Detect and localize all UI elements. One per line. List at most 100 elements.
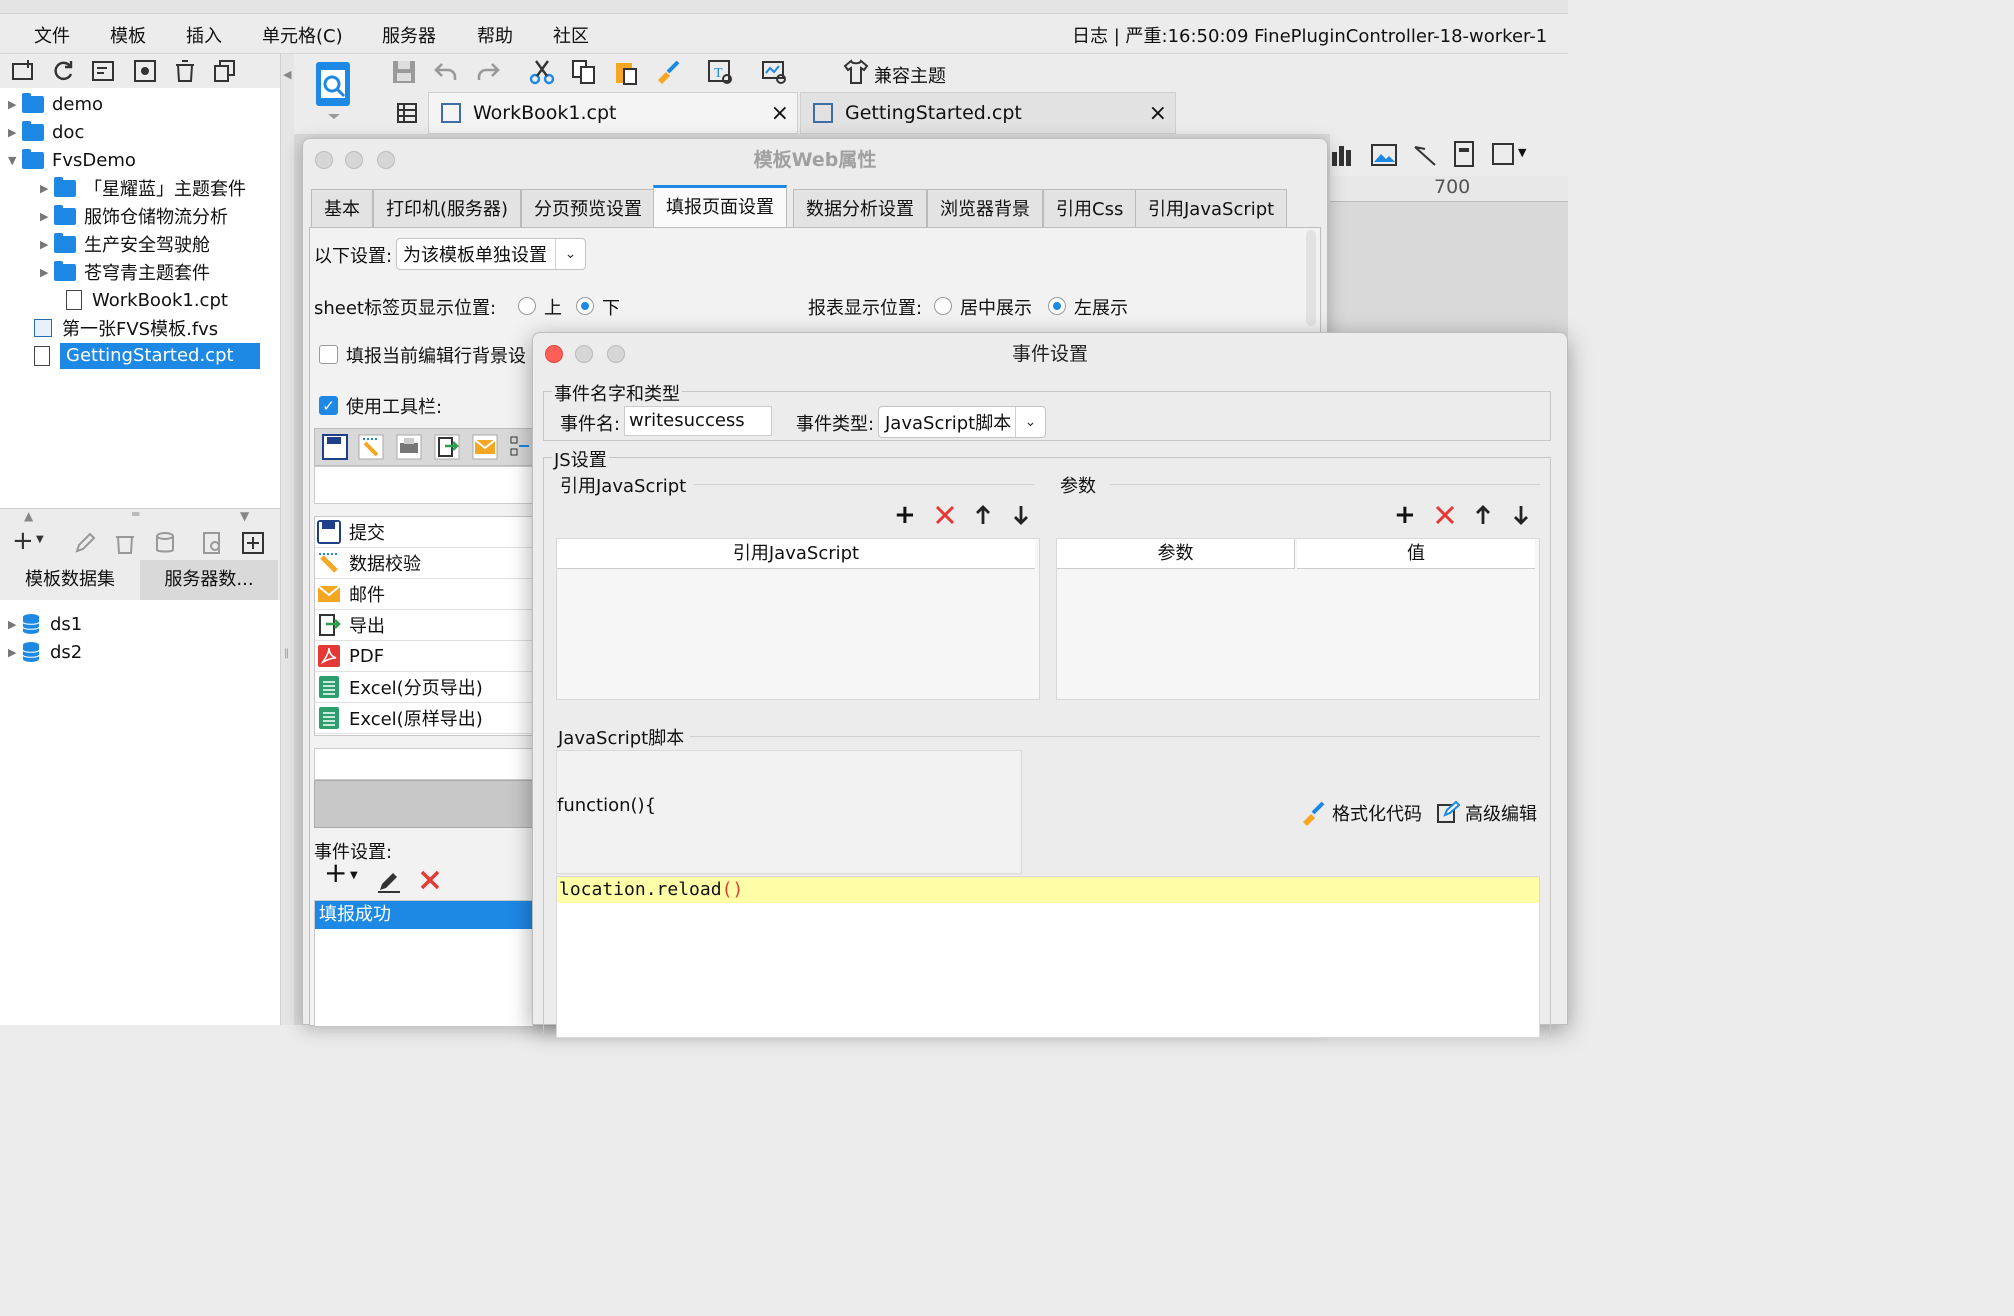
format-code-button[interactable]: 格式化代码 [1332, 800, 1422, 826]
move-down-icon[interactable] [1012, 504, 1030, 526]
tree-item-fvsdemo[interactable]: ▼ FvsDemo [8, 146, 136, 174]
zoom-window-button[interactable] [377, 151, 395, 169]
menu-file[interactable]: 文件 [34, 22, 70, 48]
more-tools-icon[interactable] [509, 433, 531, 461]
close-tab-icon[interactable]: × [1149, 101, 1167, 126]
delete-ref-js-icon[interactable] [934, 504, 956, 526]
event-type-select[interactable]: JavaScript脚本 ⌄ [878, 406, 1046, 438]
move-up-icon[interactable] [1474, 504, 1492, 526]
undo-icon[interactable] [432, 58, 460, 86]
tab-page-preview[interactable]: 分页预览设置 [521, 189, 655, 227]
menu-insert[interactable]: 插入 [186, 22, 222, 48]
settings-icon[interactable] [132, 58, 158, 84]
collapse-left-icon[interactable]: ◀ [283, 68, 291, 81]
compat-theme-button[interactable]: 兼容主题 [874, 62, 946, 88]
expand-arrow-icon[interactable]: ▶ [8, 98, 22, 111]
expand-arrow-icon[interactable]: ▶ [8, 618, 22, 631]
database-icon[interactable] [152, 530, 178, 556]
format-brush-icon[interactable] [1300, 800, 1326, 826]
dataset-item-ds2[interactable]: ▶ ds2 [8, 638, 82, 666]
tree-item-sky-cyan[interactable]: ▶ 苍穹青主题套件 [40, 258, 210, 286]
tree-item-star-blue[interactable]: ▶ 「星耀蓝」主题套件 [40, 174, 246, 202]
border-dropdown-icon[interactable]: ▼ [1518, 146, 1526, 159]
format-painter-icon[interactable] [654, 58, 682, 86]
tree-item-workbook1[interactable]: WorkBook1.cpt [66, 286, 228, 314]
toolbar-item-verify[interactable]: 数据校验 [315, 548, 533, 579]
close-window-button[interactable] [545, 345, 563, 363]
submit-icon[interactable] [321, 433, 349, 461]
grid-tab-icon[interactable] [396, 102, 420, 126]
tab-ref-js[interactable]: 引用JavaScript [1135, 189, 1288, 227]
delete-icon[interactable] [112, 530, 138, 556]
move-up-icon[interactable] [974, 504, 992, 526]
delete-param-icon[interactable] [1434, 504, 1456, 526]
expand-arrow-icon[interactable]: ▶ [8, 126, 22, 139]
tab-data-analysis[interactable]: 数据分析设置 [793, 189, 927, 227]
close-window-button[interactable] [315, 151, 333, 169]
fill-row-bg-checkbox[interactable] [319, 345, 338, 364]
save-icon[interactable] [390, 58, 418, 86]
expand-arrow-icon[interactable]: ▶ [40, 210, 54, 223]
value-column-header[interactable]: 值 [1297, 539, 1535, 569]
menu-template[interactable]: 模板 [110, 22, 146, 48]
zoom-window-button[interactable] [607, 345, 625, 363]
log-status[interactable]: 日志 | 严重:16:50:09 FinePluginController-18… [1072, 22, 1547, 48]
image-icon[interactable] [1370, 142, 1398, 168]
report-center-radio[interactable] [934, 297, 952, 315]
collapse-arrow-icon[interactable]: ▼ [8, 154, 22, 167]
cut-icon[interactable] [528, 58, 556, 86]
collapse-up-icon[interactable]: ▲ [24, 509, 33, 523]
tab-basic[interactable]: 基本 [311, 189, 373, 227]
tree-item-apparel[interactable]: ▶ 服饰仓储物流分析 [40, 202, 228, 230]
close-tab-icon[interactable]: × [771, 101, 789, 126]
sheet-bottom-radio[interactable] [576, 297, 594, 315]
move-down-icon[interactable] [1512, 504, 1530, 526]
tree-item-fvs[interactable]: 第一张FVS模板.fvs [34, 314, 218, 342]
tree-item-doc[interactable]: ▶ doc [8, 118, 84, 146]
locate-file-icon[interactable] [90, 58, 116, 84]
toolbar-item-submit[interactable]: 提交 [315, 517, 533, 548]
advanced-edit-icon[interactable] [1436, 800, 1460, 824]
expand-arrow-icon[interactable]: ▶ [40, 238, 54, 251]
print-icon[interactable] [395, 433, 423, 461]
tree-item-gettingstarted[interactable]: GettingStarted.cpt [34, 342, 260, 370]
tab-template-datasets[interactable]: 模板数据集 [0, 560, 140, 600]
toolbar-item-email[interactable]: 邮件 [315, 579, 533, 610]
tree-item-safety[interactable]: ▶ 生产安全驾驶舱 [40, 230, 210, 258]
add-event-dropdown-icon[interactable]: ▼ [350, 870, 358, 881]
settings-select[interactable]: 为该模板单独设置 ⌄ [396, 238, 586, 270]
dataset-settings-icon[interactable] [240, 530, 266, 556]
splitter-grip-icon[interactable]: ‖ [284, 648, 289, 659]
tab-workbook1[interactable]: WorkBook1.cpt × [428, 92, 798, 134]
form-icon[interactable] [1452, 140, 1476, 168]
template-preview-icon[interactable] [312, 60, 356, 120]
tree-item-demo[interactable]: ▶ demo [8, 90, 103, 118]
minimize-window-button[interactable] [345, 151, 363, 169]
refresh-icon[interactable] [50, 58, 76, 84]
left-panel-splitter[interactable]: ◀ ‖ [280, 54, 294, 1025]
advanced-edit-button[interactable]: 高级编辑 [1465, 800, 1537, 826]
add-event-icon[interactable]: + [324, 856, 347, 889]
expand-arrow-icon[interactable]: ▶ [8, 646, 22, 659]
tab-ref-css[interactable]: 引用Css [1043, 189, 1137, 227]
collapse-down-icon[interactable]: ▼ [240, 509, 249, 523]
dropdown-arrow-icon[interactable]: ▼ [36, 534, 44, 545]
add-ref-js-icon[interactable]: + [894, 502, 916, 528]
tab-browser-bg[interactable]: 浏览器背景 [927, 189, 1043, 227]
dataset-item-ds1[interactable]: ▶ ds1 [8, 610, 82, 638]
tab-gettingstarted[interactable]: GettingStarted.cpt × [800, 92, 1176, 134]
menu-server[interactable]: 服务器 [382, 22, 436, 48]
monitor-icon[interactable] [760, 58, 788, 86]
toolbar-item-excel-page[interactable]: Excel(分页导出) [315, 672, 533, 703]
tab-fill-page[interactable]: 填报页面设置 [653, 185, 787, 227]
code-editor[interactable]: location.reload() [556, 876, 1540, 1038]
menu-help[interactable]: 帮助 [477, 22, 513, 48]
text-search-icon[interactable]: T [706, 58, 734, 86]
report-left-radio[interactable] [1048, 297, 1066, 315]
menu-cell[interactable]: 单元格(C) [262, 22, 343, 48]
expand-arrow-icon[interactable]: ▶ [40, 182, 54, 195]
toolbar-item-export[interactable]: 导出 [315, 610, 533, 641]
panel-splitter[interactable]: ▲ ═ ▼ [0, 507, 280, 526]
param-column-header[interactable]: 参数 [1057, 539, 1295, 569]
redo-icon[interactable] [474, 58, 502, 86]
